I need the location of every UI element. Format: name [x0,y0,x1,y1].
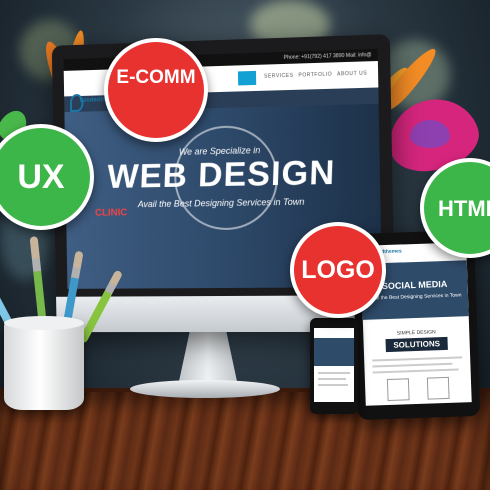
tablet-solutions: SOLUTIONS [385,337,447,352]
text-line [318,384,348,386]
ecomm-badge: E-COMM [104,38,208,142]
purple-splash [410,120,450,148]
text-line [372,363,452,368]
brush-cup [4,322,84,410]
phone-hero [314,338,354,366]
card-icon [427,377,450,400]
text-line [318,378,346,380]
monitor-stand [178,330,238,386]
tablet-kicker: SIMPLE DESIGN [363,328,469,338]
phone-screen [314,328,354,402]
card-icon [387,378,410,401]
nav-portfolio[interactable]: PORTFOLIO [298,72,332,79]
logo-badge: LOGO [290,222,386,318]
text-line [373,369,459,374]
hero-title: WEB DESIGN [65,153,381,198]
smartphone-device [310,318,358,414]
nav-about-us[interactable]: ABOUT US [337,70,367,77]
text-line [372,356,462,361]
nav-services[interactable]: SERVICES [264,73,294,80]
monitor-base [130,380,280,398]
text-line [318,372,350,374]
brush-cup-rim [4,316,84,330]
scene: Phone: +91(792) 417 3890 Mail: info@ SER… [0,0,490,490]
nav-home-button[interactable] [238,71,256,86]
